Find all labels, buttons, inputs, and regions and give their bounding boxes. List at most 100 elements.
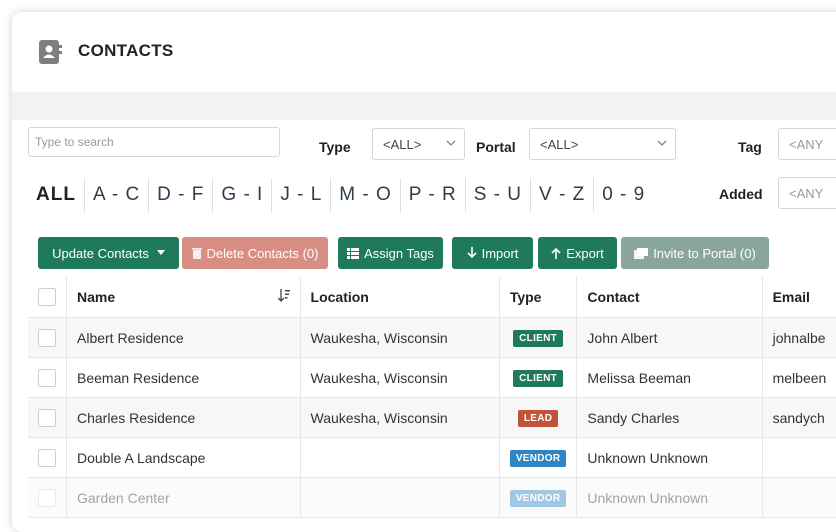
contact-type-cell: CLIENT [499, 357, 578, 398]
alpha-p-r[interactable]: P - R [401, 178, 466, 212]
contact-person: John Albert [576, 317, 763, 358]
list-icon [347, 247, 360, 259]
row-select-cell [28, 477, 67, 518]
column-header-contact[interactable]: Contact [576, 277, 763, 318]
contact-email[interactable] [762, 477, 836, 518]
sort-icon[interactable] [277, 289, 290, 302]
portal-select[interactable]: <ALL> [529, 128, 676, 160]
search-input[interactable] [28, 127, 280, 157]
type-badge: VENDOR [509, 450, 567, 467]
arrow-down-icon [467, 247, 477, 259]
header-divider-band [12, 92, 836, 120]
trash-icon [191, 248, 202, 259]
alpha-m-o[interactable]: M - O [331, 178, 401, 212]
contact-type-cell: CLIENT [499, 317, 578, 358]
alpha-j-l[interactable]: J - L [272, 178, 332, 212]
tag-select[interactable]: <ANY [778, 128, 836, 160]
export-label: Export [566, 245, 604, 261]
column-header-name-label: Name [77, 289, 116, 305]
row-select-cell [28, 357, 67, 398]
contact-location: Waukesha, Wisconsin [300, 317, 500, 358]
contact-person: Melissa Beeman [576, 357, 763, 398]
alpha-a-c[interactable]: A - C [85, 178, 150, 212]
contacts-card: CONTACTS Type <ALL> Portal <ALL> Tag <AN… [12, 12, 836, 532]
added-select[interactable]: <ANY [778, 177, 836, 209]
contact-person: Unknown Unknown [576, 437, 763, 478]
select-all-checkbox[interactable] [38, 288, 56, 306]
tag-filter-label: Tag [738, 139, 762, 155]
import-label: Import [481, 245, 519, 261]
update-contacts-label: Update Contacts [52, 245, 149, 261]
table-header-row: Name Location Type Contact Email [28, 277, 836, 318]
table-row[interactable]: Beeman Residence Waukesha, Wisconsin CLI… [28, 357, 836, 398]
delete-contacts-button[interactable]: Delete Contacts (0) [182, 237, 328, 269]
contact-name[interactable]: Charles Residence [66, 397, 301, 438]
type-select-value: <ALL> [383, 137, 422, 152]
chevron-down-icon [446, 140, 456, 146]
contact-email[interactable]: sandych [762, 397, 836, 438]
portal-invite-icon [634, 247, 649, 259]
contact-email[interactable] [762, 437, 836, 478]
contact-name[interactable]: Beeman Residence [66, 357, 301, 398]
page-title: CONTACTS [78, 41, 174, 60]
caret-down-icon [156, 250, 165, 255]
contact-type-cell: VENDOR [499, 477, 578, 518]
chevron-down-icon [657, 140, 667, 146]
column-header-email[interactable]: Email [762, 277, 836, 318]
row-checkbox[interactable] [38, 448, 56, 467]
contact-name[interactable]: Albert Residence [66, 317, 301, 358]
delete-contacts-label: Delete Contacts (0) [206, 245, 319, 261]
type-badge: CLIENT [513, 330, 564, 347]
column-header-name[interactable]: Name [66, 277, 301, 318]
contact-type-cell: VENDOR [499, 437, 578, 478]
tag-select-value: <ANY [789, 137, 824, 152]
portal-filter-label: Portal [476, 139, 516, 155]
column-header-location[interactable]: Location [300, 277, 500, 318]
arrow-up-icon [551, 247, 561, 259]
alpha-0-9[interactable]: 0 - 9 [594, 178, 653, 212]
export-button[interactable]: Export [538, 237, 617, 269]
invite-to-portal-button[interactable]: Invite to Portal (0) [621, 237, 769, 269]
import-button[interactable]: Import [452, 237, 533, 269]
type-badge: VENDOR [509, 490, 567, 507]
type-badge: LEAD [517, 410, 559, 427]
invite-to-portal-label: Invite to Portal (0) [653, 245, 756, 261]
table-row[interactable]: Double A Landscape VENDOR Unknown Unknow… [28, 437, 836, 478]
type-filter-label: Type [319, 139, 351, 155]
select-all-cell [28, 277, 67, 318]
table-row[interactable]: Garden Center VENDOR Unknown Unknown [28, 477, 836, 518]
contact-person: Sandy Charles [576, 397, 763, 438]
contact-location [300, 437, 500, 478]
contact-name[interactable]: Garden Center [66, 477, 301, 518]
alpha-s-u[interactable]: S - U [466, 178, 532, 212]
contact-location [300, 477, 500, 518]
added-filter-label: Added [719, 186, 763, 202]
row-checkbox[interactable] [38, 368, 56, 387]
row-select-cell [28, 317, 67, 358]
contact-email[interactable]: melbeen [762, 357, 836, 398]
column-header-type[interactable]: Type [499, 277, 578, 318]
assign-tags-label: Assign Tags [364, 245, 434, 261]
row-checkbox[interactable] [38, 488, 56, 507]
contact-name[interactable]: Double A Landscape [66, 437, 301, 478]
page-header: CONTACTS [12, 12, 836, 92]
row-checkbox[interactable] [38, 408, 56, 427]
row-checkbox[interactable] [38, 328, 56, 347]
table-row[interactable]: Albert Residence Waukesha, Wisconsin CLI… [28, 317, 836, 358]
alpha-v-z[interactable]: V - Z [531, 178, 595, 212]
contact-type-cell: LEAD [499, 397, 578, 438]
row-select-cell [28, 397, 67, 438]
alphabet-filter: ALL A - C D - F G - I J - L M - O P - R … [28, 178, 653, 212]
type-select[interactable]: <ALL> [372, 128, 465, 160]
type-badge: CLIENT [513, 370, 564, 387]
row-select-cell [28, 437, 67, 478]
portal-select-value: <ALL> [540, 137, 579, 152]
alpha-all[interactable]: ALL [28, 178, 85, 212]
table-row[interactable]: Charles Residence Waukesha, Wisconsin LE… [28, 397, 836, 438]
alpha-d-f[interactable]: D - F [149, 178, 214, 212]
assign-tags-button[interactable]: Assign Tags [338, 237, 443, 269]
alpha-g-i[interactable]: G - I [213, 178, 273, 212]
contact-email[interactable]: johnalbe [762, 317, 836, 358]
contact-location: Waukesha, Wisconsin [300, 397, 500, 438]
update-contacts-button[interactable]: Update Contacts [38, 237, 179, 269]
